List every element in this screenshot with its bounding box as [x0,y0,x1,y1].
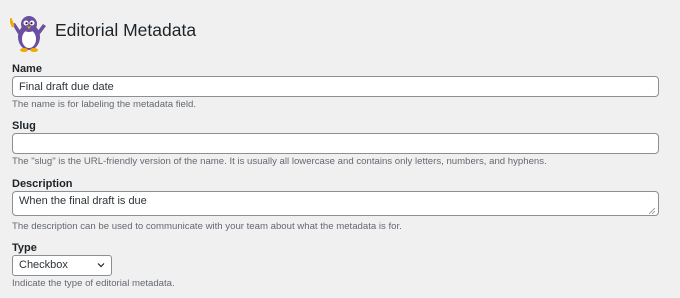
slug-field-group: Slug The "slug" is the URL-friendly vers… [12,119,660,168]
page-header [10,2,48,62]
type-label: Type [12,242,37,254]
description-label: Description [12,178,73,190]
slug-help-text: The "slug" is the URL-friendly version o… [12,156,547,167]
chevron-down-icon [97,263,105,268]
name-label: Name [12,63,42,75]
name-input[interactable] [12,76,659,97]
slug-input[interactable] [12,133,659,154]
name-help-text: The name is for labeling the metadata fi… [12,99,196,110]
type-help-text: Indicate the type of editorial metadata. [12,278,175,289]
slug-label: Slug [12,120,36,132]
name-field-group: Name The name is for labeling the metada… [12,62,660,111]
type-select[interactable]: Checkbox [12,255,112,276]
description-field-group: Description When the final draft is due … [12,177,660,233]
page-title: Editorial Metadata [55,20,197,40]
penguin-logo-icon [10,16,46,52]
description-textarea[interactable]: When the final draft is due [12,191,659,216]
type-field-group: Type Checkbox Indicate the type of edito… [12,241,660,290]
description-help-text: The description can be used to communica… [12,221,402,232]
type-select-value: Checkbox [19,259,68,271]
resize-handle-icon[interactable] [649,208,655,214]
